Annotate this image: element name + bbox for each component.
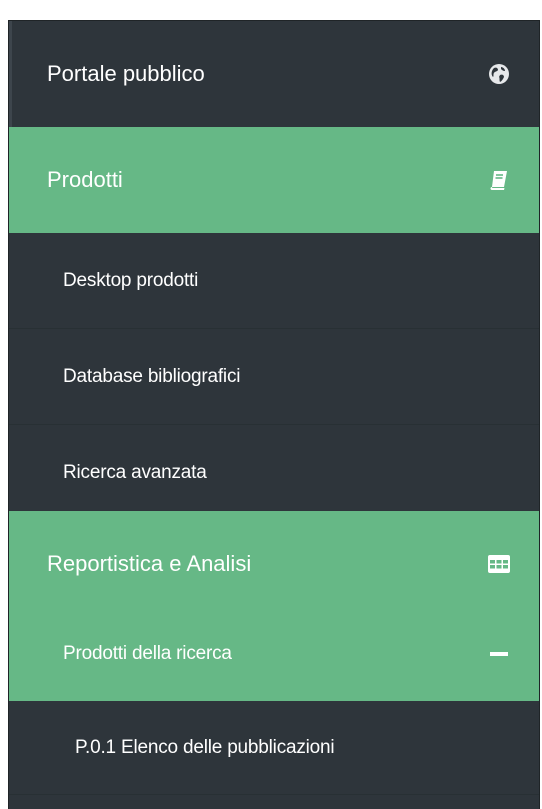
sidebar-subitem-desktop-prodotti[interactable]: Desktop prodotti [9,233,539,329]
table-icon [485,550,513,578]
globe-icon [485,60,513,88]
sidebar-item-portale-pubblico[interactable]: Portale pubblico [9,21,539,127]
sidebar-nav: Portale pubblico Prodotti Desktop prodot… [8,20,540,809]
sidebar-item-label: Prodotti [47,167,123,192]
sidebar-item-label: Desktop prodotti [63,269,199,291]
book-icon [485,166,513,194]
sidebar-subsubitem-elenco-pubblicazioni[interactable]: P.0.1 Elenco delle pubblicazioni [9,701,539,795]
sidebar-item-label: Reportistica e Analisi [47,551,252,576]
sidebar-subitem-ricerca-avanzata[interactable]: Ricerca avanzata [9,425,539,521]
sidebar-item-label: Prodotti della ricerca [63,643,232,664]
sidebar-subitem-database-bibliografici[interactable]: Database bibliografici [9,329,539,425]
sidebar-item-label: P.0.1 Elenco delle pubblicazioni [75,736,335,758]
active-accent-bar [9,21,12,127]
page-frame: Portale pubblico Prodotti Desktop prodot… [0,0,542,809]
sidebar-item-label: Portale pubblico [47,61,205,86]
minus-icon [485,640,513,668]
sidebar-item-prodotti[interactable]: Prodotti [9,127,539,233]
sidebar-subitem-prodotti-della-ricerca[interactable]: Prodotti della ricerca [9,607,539,701]
sidebar-item-label: Database bibliografici [63,365,241,387]
sidebar-item-reportistica-e-analisi[interactable]: Reportistica e Analisi [9,511,539,617]
sidebar-item-label: Ricerca avanzata [63,462,207,483]
